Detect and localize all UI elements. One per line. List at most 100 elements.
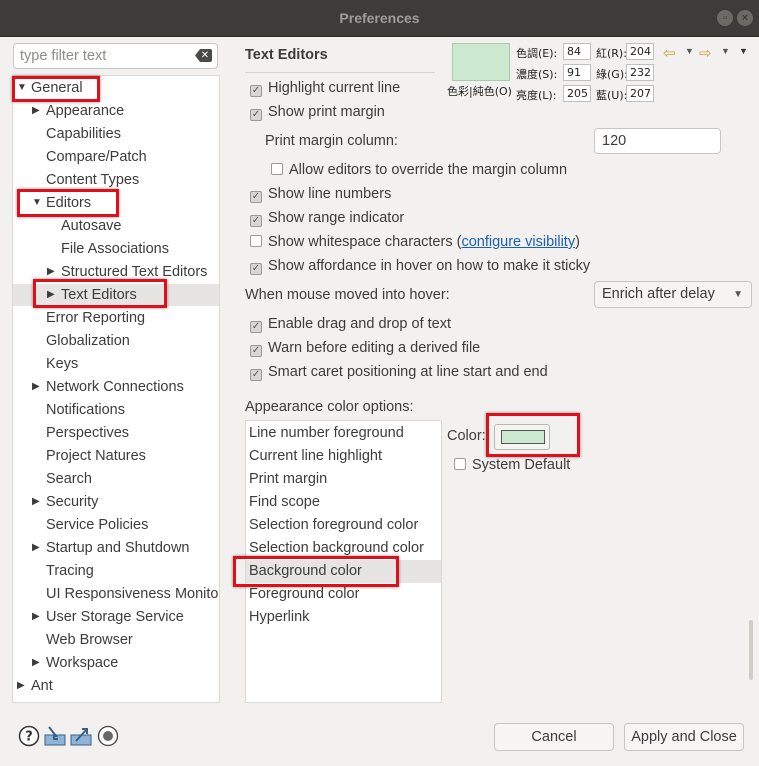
tree-item-label: Compare/Patch [46,149,147,165]
view-menu-icon[interactable]: ▼ [739,46,748,56]
tree-item-label: Perspectives [46,425,130,441]
picker-green-input[interactable]: 232 [626,64,654,81]
tree-item-label: Text Editors [61,287,137,303]
smart-caret-checkbox[interactable]: ✓ Smart caret positioning at line start a… [250,362,548,382]
tree-item-label: Service Policies [46,517,149,533]
appearance-list-item[interactable]: Print margin [246,468,441,491]
tree-item-label: Notifications [46,402,125,418]
system-default-checkbox[interactable]: System Default [454,455,570,475]
restore-icon[interactable]: ▫ [717,10,733,26]
record-icon[interactable] [97,725,119,747]
appearance-list-item[interactable]: Current line highlight [246,445,441,468]
collapsed-arrow-icon[interactable]: ▶ [32,376,40,398]
help-icon[interactable]: ? [18,725,40,747]
hover-select[interactable]: Enrich after delay ▼ [594,281,752,308]
show-affordance-checkbox[interactable]: ✓ Show affordance in hover on how to make… [250,256,590,276]
collapsed-arrow-icon[interactable]: ▶ [47,284,55,306]
tree-item-label: Project Natures [46,448,146,464]
checkbox-checked-icon: ✓ [250,109,262,121]
back-menu-icon[interactable]: ▼ [685,46,694,56]
tree-item[interactable]: ▶ Text Editors [13,284,219,306]
appearance-list-item[interactable]: Selection background color [246,537,441,560]
tree-item-label: Autosave [61,218,122,234]
export-icon[interactable] [70,725,92,747]
tree-item-label: User Storage Service [46,609,184,625]
color-picker-button[interactable] [494,424,550,450]
color-label: Color: [447,428,486,444]
tree-item-label: Workspace [46,655,119,671]
picker-sat-input[interactable]: 91 [563,64,591,81]
checkbox-checked-icon: ✓ [250,369,262,381]
tree-item-label: Web Browser [46,632,133,648]
tree-item-label: UI Responsiveness Monito [46,586,219,602]
tree-item-label: Appearance [46,103,125,119]
filter-field: ✕ [13,43,218,69]
appearance-list-item[interactable]: Foreground color [246,583,441,606]
print-margin-column-input[interactable]: 120 [594,128,721,154]
dropdown-arrow-icon: ▼ [733,289,743,300]
configure-visibility-link[interactable]: configure visibility [461,234,575,250]
back-arrow-icon[interactable]: ⇦ [663,44,676,62]
page-title: Text Editors [245,47,328,63]
hover-label: When mouse moved into hover: [245,287,450,303]
appearance-list-item[interactable]: Selection foreground color [246,514,441,537]
collapsed-arrow-icon[interactable]: ▶ [32,491,40,513]
allow-override-checkbox[interactable]: Allow editors to override the margin col… [271,160,567,180]
appearance-list-item[interactable]: Hyperlink [246,606,441,629]
drag-drop-checkbox[interactable]: ✓ Enable drag and drop of text [250,314,451,334]
show-print-margin-checkbox[interactable]: ✓ Show print margin [250,102,385,122]
appearance-list-item[interactable]: Find scope [246,491,441,514]
checkbox-checked-icon: ✓ [250,263,262,275]
picker-lum-input[interactable]: 205 [563,85,591,102]
checkbox-checked-icon: ✓ [250,345,262,357]
tree-item-label: Security [46,494,99,510]
filter-input[interactable] [14,44,184,68]
show-line-numbers-checkbox[interactable]: ✓ Show line numbers [250,184,391,204]
collapsed-arrow-icon[interactable]: ▶ [32,537,40,559]
checkbox-checked-icon: ✓ [250,85,262,97]
tree-item-label: General [31,80,83,96]
tree-item-label: Tracing [46,563,94,579]
checkbox-unchecked-icon [250,235,262,247]
collapsed-arrow-icon[interactable]: ▶ [47,261,55,283]
collapsed-arrow-icon[interactable]: ▶ [32,100,40,122]
warn-derived-checkbox[interactable]: ✓ Warn before editing a derived file [250,338,480,358]
close-icon[interactable]: × [737,10,753,26]
title-bar: Preferences ▫ × [0,0,759,37]
picker-red-input[interactable]: 204 [626,43,654,60]
button-bar: ? Cancel Apply and Close [0,703,759,766]
highlight-current-line-checkbox[interactable]: ✓ Highlight current line [250,78,400,98]
apply-and-close-button[interactable]: Apply and Close [624,723,744,751]
clear-filter-icon[interactable]: ✕ [195,49,212,62]
tree-item-label: Capabilities [46,126,121,142]
show-range-indicator-checkbox[interactable]: ✓ Show range indicator [250,208,404,228]
picker-hue-input[interactable]: 84 [563,43,591,60]
expanded-arrow-icon[interactable]: ▼ [32,192,42,214]
cancel-button[interactable]: Cancel [494,723,614,751]
show-whitespace-checkbox[interactable]: Show whitespace characters (configure vi… [250,232,580,252]
collapsed-arrow-icon[interactable]: ▶ [32,652,40,674]
picker-blue-label: 藍(U): [596,89,628,102]
appearance-list-item[interactable]: Line number foreground [246,422,441,445]
checkbox-checked-icon: ✓ [250,215,262,227]
forward-menu-icon[interactable]: ▼ [721,46,730,56]
picker-red-label: 紅(R): [596,47,627,60]
print-margin-column-label: Print margin column: [265,133,398,149]
checkbox-checked-icon: ✓ [250,321,262,333]
forward-arrow-icon[interactable]: ⇨ [699,44,712,62]
page-scrollbar[interactable] [749,620,753,680]
window-title: Preferences [339,10,420,26]
picker-blue-input[interactable]: 207 [626,85,654,102]
checkbox-unchecked-icon [271,163,283,175]
appearance-list-item[interactable]: Background color [246,560,441,583]
collapsed-arrow-icon[interactable]: ▶ [32,606,40,628]
expanded-arrow-icon[interactable]: ▼ [17,77,27,99]
tree-item-label: Error Reporting [46,310,146,326]
preferences-navigation: ✕ ▼General▶AppearanceCapabilitiesCompare… [0,37,232,703]
picker-hue-label: 色調(E): [516,47,558,60]
import-icon[interactable] [44,725,66,747]
collapsed-arrow-icon[interactable]: ▶ [17,675,25,697]
checkbox-checked-icon: ✓ [250,191,262,203]
tree-item-label: Network Connections [46,379,184,395]
tree-item-label: Keys [46,356,79,372]
